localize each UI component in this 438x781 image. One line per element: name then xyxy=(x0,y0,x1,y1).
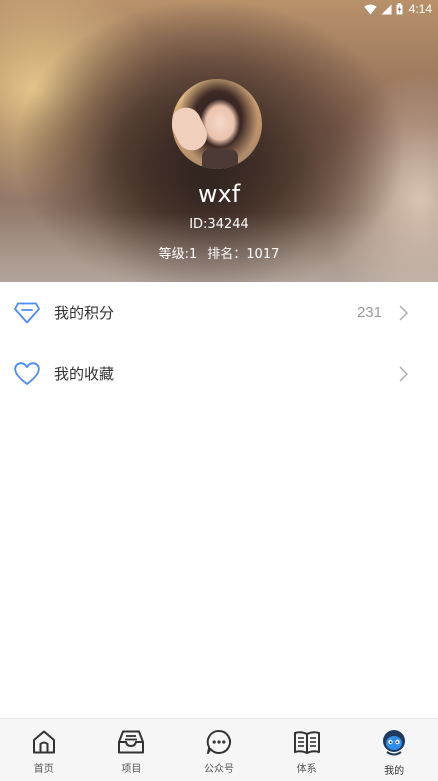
tab-projects[interactable]: 项目 xyxy=(88,719,176,781)
tab-official-accounts-label: 公众号 xyxy=(203,764,234,775)
inbox-icon xyxy=(118,730,145,754)
menu-item-favorites[interactable]: 我的收藏 xyxy=(0,343,438,404)
profile-menu: 我的积分 231 我的收藏 xyxy=(0,282,438,404)
menu-item-points-label: 我的积分 xyxy=(54,304,115,322)
status-bar: 4:14 xyxy=(0,0,438,18)
bottom-tab-bar: 首页 项目 公众号 体系 我的 xyxy=(0,718,438,781)
avatar[interactable] xyxy=(172,79,262,169)
profile-icon xyxy=(383,730,406,756)
chevron-right-icon xyxy=(399,366,408,381)
chevron-right-icon xyxy=(399,305,408,320)
battery-icon xyxy=(396,3,403,15)
tab-home-label: 首页 xyxy=(33,764,54,775)
user-level: 等级:1 xyxy=(158,247,198,262)
signal-icon xyxy=(381,4,392,14)
user-id: ID:34244 xyxy=(189,217,249,232)
user-rank: 排名：1017 xyxy=(207,247,280,262)
tab-mine[interactable]: 我的 xyxy=(350,719,438,781)
user-stats: 等级:1 排名：1017 xyxy=(0,243,438,262)
chat-icon xyxy=(206,729,231,754)
heart-icon xyxy=(14,361,40,385)
status-time: 4:14 xyxy=(408,2,432,16)
tab-system[interactable]: 体系 xyxy=(263,719,351,781)
wifi-icon xyxy=(363,4,377,14)
username: wxf xyxy=(197,180,241,208)
tab-official-accounts[interactable]: 公众号 xyxy=(175,719,263,781)
tab-projects-label: 项目 xyxy=(121,764,142,775)
book-icon xyxy=(293,731,320,754)
tab-mine-label: 我的 xyxy=(384,766,405,777)
menu-item-favorites-label: 我的收藏 xyxy=(54,365,115,383)
home-icon xyxy=(32,730,55,754)
profile-header: 4:14 wxf ID:34244 等级:1 排名：1017 xyxy=(0,0,438,282)
tab-home[interactable]: 首页 xyxy=(0,719,88,781)
points-value: 231 xyxy=(356,304,382,321)
tab-system-label: 体系 xyxy=(296,764,317,775)
diamond-icon xyxy=(14,302,40,323)
menu-item-points[interactable]: 我的积分 231 xyxy=(0,282,438,343)
